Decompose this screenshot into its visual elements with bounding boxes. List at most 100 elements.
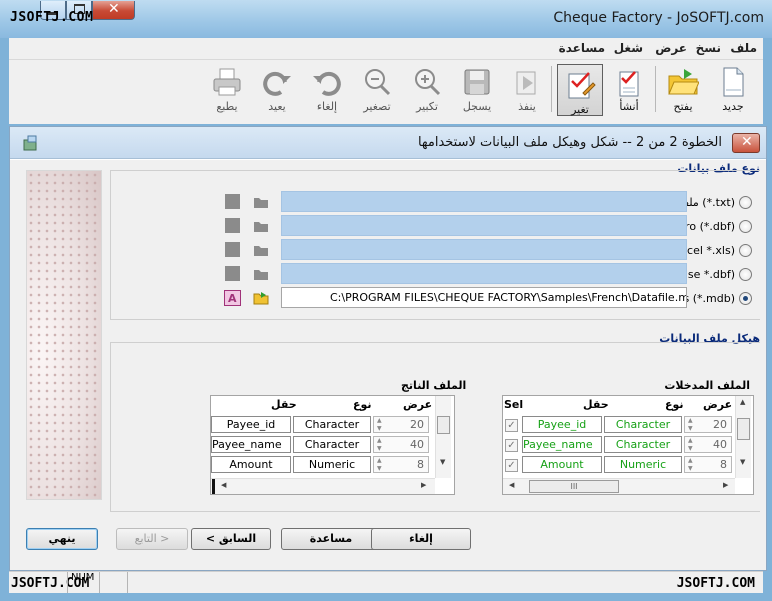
dialog-caption: الخطوة 2 من 2 -- شكل وهيكل ملف البيانات …: [10, 127, 766, 159]
execute-button[interactable]: ينفذ: [505, 62, 549, 118]
table-row-field[interactable]: Amount: [522, 456, 602, 473]
create-check-icon: [619, 71, 639, 97]
menu-view[interactable]: عرض: [655, 41, 687, 55]
save-button[interactable]: يسجل: [455, 62, 499, 118]
close-button[interactable]: ✕: [92, 1, 135, 20]
open-button[interactable]: يفتح: [661, 62, 705, 118]
change-button[interactable]: تغير: [557, 64, 603, 116]
radio-button[interactable]: [739, 243, 752, 257]
disabled-option-icon: [225, 218, 240, 233]
cancel-button[interactable]: إلغاء: [371, 528, 471, 550]
radio-button[interactable]: [739, 267, 752, 281]
output-file-label: الملف الناتج: [401, 379, 467, 392]
path-field-excel: [281, 239, 687, 260]
select-checkbox[interactable]: ✓: [505, 419, 518, 432]
table-row-field[interactable]: Payee_id: [211, 416, 291, 433]
watermark: JSOFTJ.COM: [10, 10, 94, 25]
col-header-type: نوع: [353, 398, 372, 411]
status-separator: [99, 572, 100, 593]
table-row-width[interactable]: 8: [684, 456, 732, 473]
menu-copy[interactable]: نسخ: [696, 41, 721, 55]
col-header-type: نوع: [665, 398, 684, 411]
table-row-width[interactable]: 8: [373, 456, 429, 473]
table-row-field[interactable]: Payee_name: [522, 436, 602, 453]
print-button[interactable]: يطبع: [205, 62, 249, 118]
dialog-title: الخطوة 2 من 2 -- شكل وهيكل ملف البيانات …: [417, 135, 722, 150]
title-bar: ✕ JSOFTJ.COM Cheque Factory - JoSOFTJ.co…: [0, 0, 772, 38]
col-header-field: حقل: [271, 398, 297, 411]
table-row-field[interactable]: Amount: [211, 456, 291, 473]
open-folder-icon: [668, 69, 699, 95]
undo-arrow-icon: [313, 71, 341, 96]
dialog-close-button[interactable]: ✕: [732, 133, 760, 153]
status-separator: [127, 572, 128, 593]
horizontal-scrollbar[interactable]: ◀ ▶: [211, 478, 435, 494]
decorative-side-image: [26, 170, 102, 500]
redo-button[interactable]: يعيد: [255, 62, 299, 118]
app-icon: [23, 135, 37, 151]
browse-folder-icon[interactable]: [253, 291, 269, 305]
table-row-width[interactable]: 40: [684, 436, 732, 453]
menu-file[interactable]: ملف: [730, 41, 757, 55]
table-row-width[interactable]: 20: [684, 416, 732, 433]
close-icon: ✕: [741, 134, 753, 150]
access-icon[interactable]: A: [224, 290, 241, 306]
table-row-type[interactable]: Character: [293, 416, 371, 433]
table-row-width[interactable]: 20: [373, 416, 429, 433]
table-row-type[interactable]: Character: [604, 436, 682, 453]
select-checkbox[interactable]: ✓: [505, 439, 518, 452]
table-row-type[interactable]: Numeric: [604, 456, 682, 473]
radio-button[interactable]: [739, 195, 752, 209]
window-title: Cheque Factory - JoSOFTJ.com: [553, 10, 764, 26]
printer-icon: [213, 68, 241, 96]
dialog-body: نوع ملف بيانات ملف النص (*.txt) ملف Visu…: [10, 160, 766, 570]
next-button[interactable]: التابع >: [116, 528, 188, 550]
svg-text:A: A: [228, 292, 237, 305]
data-file-wizard-dialog: الخطوة 2 من 2 -- شكل وهيكل ملف البيانات …: [9, 126, 767, 571]
table-row-type[interactable]: Numeric: [293, 456, 371, 473]
output-structure-grid[interactable]: حقل نوع عرض Payee_id Character 20 Payee_…: [210, 395, 455, 495]
folder-disabled-icon: [254, 222, 268, 232]
vertical-scrollbar[interactable]: ▼: [435, 396, 451, 478]
table-row-field[interactable]: Payee_id: [522, 416, 602, 433]
disabled-option-icon: [225, 266, 240, 281]
help-button[interactable]: مساعدة: [281, 528, 381, 550]
zoom-in-button[interactable]: تكبير: [405, 62, 449, 118]
execute-icon: [516, 71, 536, 95]
back-button[interactable]: < السابق: [191, 528, 271, 550]
redo-arrow-icon: [263, 71, 291, 96]
finish-button[interactable]: ينهي: [26, 528, 98, 550]
status-bar: JSOFTJ.COM NUM JSOFTJ.COM: [9, 571, 763, 593]
close-icon: ✕: [108, 1, 120, 17]
menu-run[interactable]: شغل: [614, 41, 643, 55]
table-row-type[interactable]: Character: [604, 416, 682, 433]
create-button[interactable]: أنشأ: [607, 62, 651, 118]
save-disk-icon: [464, 69, 490, 95]
watermark: JSOFTJ.COM: [676, 576, 755, 591]
col-header-width: عرض: [703, 398, 733, 411]
file-type-group: ملف النص (*.txt) ملف Visual FoxPro (*.db…: [110, 170, 760, 320]
change-check-icon: [568, 72, 596, 99]
menu-help[interactable]: مساعدة: [559, 41, 605, 55]
structure-group: الملف المدخلات الملف الناتج Sel حقل نوع …: [110, 342, 760, 512]
table-row-type[interactable]: Character: [293, 436, 371, 453]
zoom-out-button[interactable]: تصغير: [355, 62, 399, 118]
new-button[interactable]: جديد: [711, 62, 755, 118]
table-row-field[interactable]: Payee_name: [211, 436, 291, 453]
num-lock-indicator: NUM: [71, 572, 95, 583]
status-separator: [67, 572, 68, 593]
col-header-sel: Sel: [504, 398, 524, 411]
menu-bar: ملف نسخ عرض شغل مساعدة: [9, 38, 763, 60]
radio-button[interactable]: [739, 219, 752, 233]
horizontal-scrollbar[interactable]: ◀ III ▶: [503, 478, 735, 494]
folder-disabled-icon: [254, 198, 268, 208]
undo-button[interactable]: إلغاء: [305, 62, 349, 118]
table-row-width[interactable]: 40: [373, 436, 429, 453]
vertical-scrollbar[interactable]: ▲ ▼: [735, 396, 751, 478]
toolbar: جديد يفتح أنشأ تغير ينفذ يسجل تكبير تصغي…: [9, 60, 763, 124]
folder-disabled-icon: [254, 270, 268, 280]
radio-button-selected[interactable]: [739, 291, 752, 305]
select-checkbox[interactable]: ✓: [505, 459, 518, 472]
path-field-access[interactable]: C:\PROGRAM FILES\CHEQUE FACTORY\Samples\…: [281, 287, 687, 308]
input-structure-grid[interactable]: Sel حقل نوع عرض ✓ Payee_id Character 20 …: [502, 395, 754, 495]
